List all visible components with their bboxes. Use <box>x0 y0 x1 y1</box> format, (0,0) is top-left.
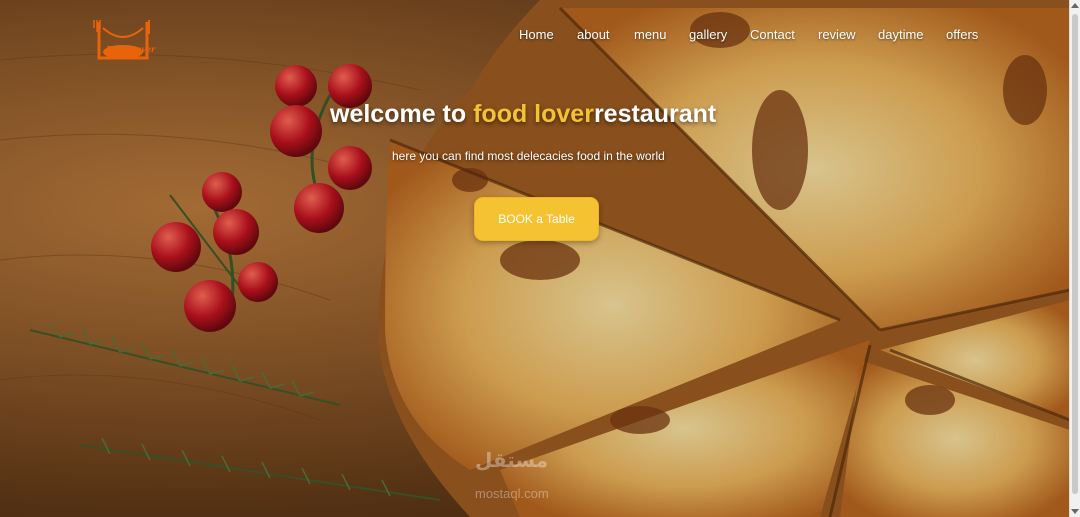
nav-item-contact[interactable]: Contact <box>750 27 795 42</box>
scroll-down-icon[interactable] <box>1071 509 1079 514</box>
book-table-button[interactable]: BOOK a Table <box>474 197 599 241</box>
scroll-up-icon[interactable] <box>1071 3 1079 8</box>
nav-item-offers[interactable]: offers <box>946 27 978 42</box>
watermark-url: mostaql.com <box>475 486 549 501</box>
logo-text: Food Lover <box>106 44 156 54</box>
scrollbar[interactable] <box>1069 0 1080 517</box>
nav-item-gallery[interactable]: gallery <box>689 27 727 42</box>
hero-photo <box>0 0 1080 517</box>
nav-item-menu[interactable]: menu <box>634 27 667 42</box>
headline-prefix: welcome to <box>330 100 474 128</box>
nav-item-about[interactable]: about <box>577 27 610 42</box>
nav-item-daytime[interactable]: daytime <box>878 27 924 42</box>
main-nav: Home about menu gallery Contact review d… <box>0 27 1080 45</box>
hero-headline: welcome to food loverrestaurant <box>330 100 770 129</box>
hero-background: Food Lover Home about menu gallery Conta… <box>0 0 1080 517</box>
headline-accent: food lover <box>473 100 594 128</box>
nav-item-home[interactable]: Home <box>519 27 554 42</box>
scrollbar-thumb[interactable] <box>1072 14 1078 494</box>
watermark-logo: مستقل <box>475 448 549 472</box>
hero-subtitle: here you can find most delecacies food i… <box>392 149 665 163</box>
headline-suffix: restaurant <box>593 100 717 128</box>
nav-item-review[interactable]: review <box>818 27 856 42</box>
